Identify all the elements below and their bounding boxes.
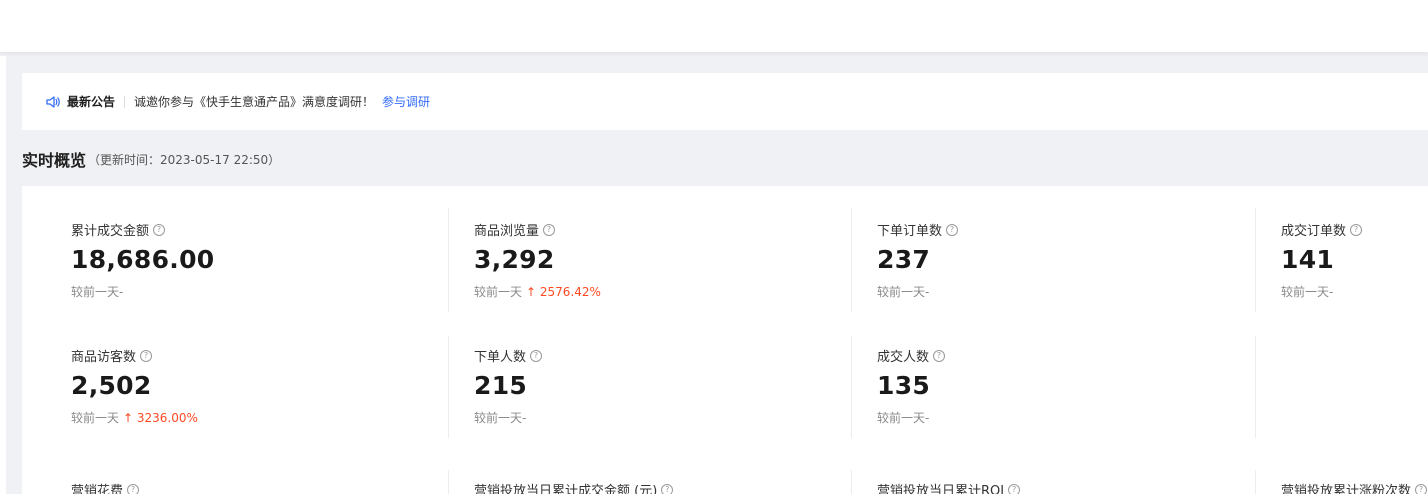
compare-label: 较前一天	[877, 285, 926, 299]
left-sidebar-edge	[0, 56, 6, 494]
divider	[1255, 336, 1256, 438]
metric-label: 下单人数	[474, 350, 527, 365]
compare-label: 较前一天	[877, 411, 926, 425]
metric-value: 3,292	[474, 245, 555, 274]
speaker-icon	[45, 94, 61, 110]
help-icon[interactable]: ?	[1415, 483, 1428, 494]
help-icon[interactable]: ?	[127, 483, 140, 494]
metric-card-orders-paid: 成交订单数? 141 较前一天-	[1281, 220, 1421, 300]
metric-value: 135	[877, 371, 931, 400]
compare-change: 2576.42%	[539, 285, 601, 299]
metric-card-orders-placed: 下单订单数? 237 较前一天-	[877, 220, 1177, 300]
survey-link[interactable]: 参与调研	[382, 93, 430, 110]
metric-card-marketing-fans: 营销投放累计涨粉次数?	[1281, 480, 1428, 494]
help-icon[interactable]: ?	[543, 223, 556, 236]
metric-card-buyers-paid: 成交人数? 135 较前一天-	[877, 346, 1177, 426]
compare-label: 较前一天	[71, 411, 120, 425]
compare-change: -	[1329, 285, 1334, 299]
metric-value: 215	[474, 371, 528, 400]
help-icon[interactable]: ?	[1350, 223, 1363, 236]
metric-value: 2,502	[71, 371, 152, 400]
metric-card-gmv: 累计成交金额? 18,686.00 较前一天-	[71, 220, 371, 300]
help-icon[interactable]: ?	[661, 483, 674, 494]
metrics-panel: 累计成交金额? 18,686.00 较前一天- 商品浏览量? 3,292 较前一…	[22, 186, 1428, 494]
compare-change: -	[925, 411, 930, 425]
metric-card-buyers-placed: 下单人数? 215 较前一天-	[474, 346, 774, 426]
divider	[851, 336, 852, 438]
metric-value: 141	[1281, 245, 1335, 274]
overview-header: 实时概览 （更新时间：2023-05-17 22:50）	[22, 146, 280, 172]
compare-label: 较前一天	[474, 411, 523, 425]
divider	[448, 208, 449, 312]
metric-card-marketing-gmv: 营销投放当日累计成交金额 (元)?	[474, 480, 834, 494]
divider	[124, 95, 126, 108]
metric-label: 营销花费	[71, 484, 124, 494]
arrow-up-icon: ↑	[526, 285, 537, 299]
metric-card-visitors: 商品访客数? 2,502 较前一天 ↑ 3236.00%	[71, 346, 371, 426]
announcement-bar: 最新公告 诚邀你参与《快手生意通产品》满意度调研！ 参与调研	[22, 73, 1428, 130]
metric-card-marketing-roi: 营销投放当日累计ROI?	[877, 480, 1177, 494]
help-icon[interactable]: ?	[1008, 483, 1021, 494]
compare-label: 较前一天	[1281, 285, 1330, 299]
metric-label: 累计成交金额	[71, 224, 150, 239]
metric-label: 成交订单数	[1281, 224, 1347, 239]
help-icon[interactable]: ?	[153, 223, 166, 236]
metric-label: 营销投放当日累计ROI	[877, 484, 1005, 494]
help-icon[interactable]: ?	[140, 349, 153, 362]
metric-label: 商品浏览量	[474, 224, 540, 239]
help-icon[interactable]: ?	[530, 349, 543, 362]
update-time: （更新时间：2023-05-17 22:50）	[88, 152, 281, 167]
arrow-up-icon: ↑	[123, 411, 134, 425]
compare-change: -	[119, 285, 124, 299]
metric-label: 商品访客数	[71, 350, 137, 365]
divider	[448, 336, 449, 438]
metric-value: 237	[877, 245, 931, 274]
metric-label: 成交人数	[877, 350, 930, 365]
metric-label: 营销投放当日累计成交金额 (元)	[474, 484, 658, 494]
page-title: 实时概览	[22, 151, 87, 170]
metric-card-product-views: 商品浏览量? 3,292 较前一天 ↑ 2576.42%	[474, 220, 774, 300]
metric-value: 18,686.00	[71, 245, 215, 274]
divider	[448, 470, 449, 494]
compare-label: 较前一天	[71, 285, 120, 299]
compare-label: 较前一天	[474, 285, 523, 299]
announcement-text: 诚邀你参与《快手生意通产品》满意度调研！	[134, 95, 375, 109]
divider	[1255, 208, 1256, 312]
metric-label: 下单订单数	[877, 224, 943, 239]
compare-change: 3236.00%	[136, 411, 198, 425]
help-icon[interactable]: ?	[933, 349, 946, 362]
help-icon[interactable]: ?	[946, 223, 959, 236]
metric-label: 营销投放累计涨粉次数	[1281, 484, 1412, 494]
top-header-bar	[0, 0, 1428, 52]
announcement-title: 最新公告	[67, 95, 116, 109]
divider	[851, 208, 852, 312]
divider	[851, 470, 852, 494]
compare-change: -	[925, 285, 930, 299]
divider	[1255, 470, 1256, 494]
compare-change: -	[522, 411, 527, 425]
metric-card-marketing-spend: 营销花费?	[71, 480, 371, 494]
